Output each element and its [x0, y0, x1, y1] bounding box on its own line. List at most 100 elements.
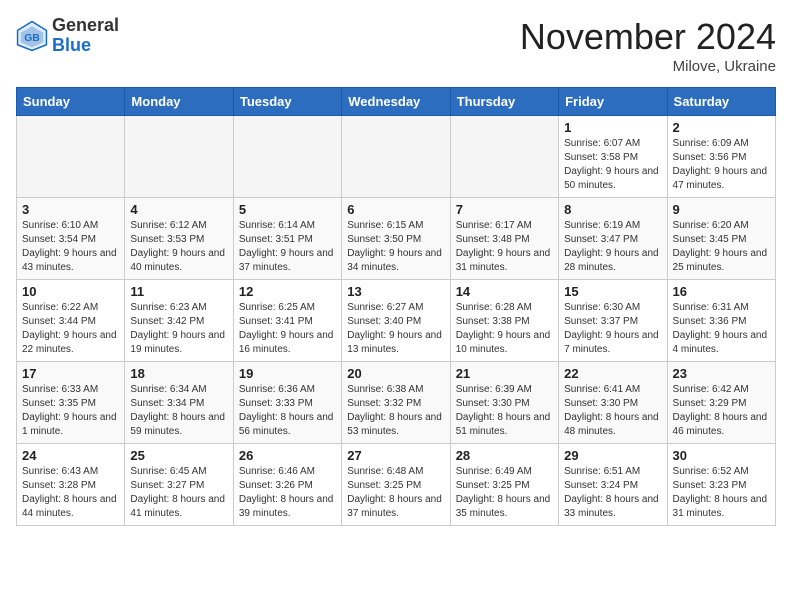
- logo-icon: GB: [16, 20, 48, 52]
- calendar-cell: 26 Sunrise: 6:46 AMSunset: 3:26 PMDayligh…: [233, 444, 341, 526]
- day-info: Sunrise: 6:12 AMSunset: 3:53 PMDaylight:…: [130, 219, 227, 275]
- svg-text:GB: GB: [24, 33, 40, 44]
- day-number: 22: [564, 366, 661, 381]
- logo: GB General Blue: [16, 16, 119, 56]
- weekday-header-friday: Friday: [559, 88, 667, 116]
- day-number: 23: [673, 366, 770, 381]
- week-row-3: 10 Sunrise: 6:22 AMSunset: 3:44 PMDayligh…: [17, 280, 776, 362]
- day-number: 14: [456, 284, 553, 299]
- day-number: 2: [673, 120, 770, 135]
- calendar-cell: 30 Sunrise: 6:52 AMSunset: 3:23 PMDayligh…: [667, 444, 775, 526]
- calendar-cell: 13 Sunrise: 6:27 AMSunset: 3:40 PMDayligh…: [342, 280, 450, 362]
- logo-blue-text: Blue: [52, 36, 119, 56]
- day-number: 4: [130, 202, 227, 217]
- day-info: Sunrise: 6:45 AMSunset: 3:27 PMDaylight:…: [130, 465, 227, 521]
- day-info: Sunrise: 6:38 AMSunset: 3:32 PMDaylight:…: [347, 383, 444, 439]
- weekday-header-wednesday: Wednesday: [342, 88, 450, 116]
- day-number: 13: [347, 284, 444, 299]
- day-info: Sunrise: 6:27 AMSunset: 3:40 PMDaylight:…: [347, 301, 444, 357]
- day-number: 11: [130, 284, 227, 299]
- day-info: Sunrise: 6:31 AMSunset: 3:36 PMDaylight:…: [673, 301, 770, 357]
- day-number: 27: [347, 448, 444, 463]
- day-info: Sunrise: 6:39 AMSunset: 3:30 PMDaylight:…: [456, 383, 553, 439]
- calendar-cell: 10 Sunrise: 6:22 AMSunset: 3:44 PMDayligh…: [17, 280, 125, 362]
- day-number: 17: [22, 366, 119, 381]
- day-info: Sunrise: 6:43 AMSunset: 3:28 PMDaylight:…: [22, 465, 119, 521]
- calendar-cell: [125, 116, 233, 198]
- day-number: 15: [564, 284, 661, 299]
- day-info: Sunrise: 6:52 AMSunset: 3:23 PMDaylight:…: [673, 465, 770, 521]
- calendar-cell: 27Sunrise: 6:48 AMSunset: 3:25 PMDayligh…: [342, 444, 450, 526]
- day-number: 8: [564, 202, 661, 217]
- calendar-cell: 6 Sunrise: 6:15 AMSunset: 3:50 PMDaylight…: [342, 198, 450, 280]
- day-number: 30: [673, 448, 770, 463]
- calendar-cell: 2 Sunrise: 6:09 AMSunset: 3:56 PMDaylight…: [667, 116, 775, 198]
- day-number: 21: [456, 366, 553, 381]
- day-info: Sunrise: 6:25 AMSunset: 3:41 PMDaylight:…: [239, 301, 336, 357]
- day-number: 19: [239, 366, 336, 381]
- day-info: Sunrise: 6:34 AMSunset: 3:34 PMDaylight:…: [130, 383, 227, 439]
- day-number: 3: [22, 202, 119, 217]
- calendar-cell: 21 Sunrise: 6:39 AMSunset: 3:30 PMDayligh…: [450, 362, 558, 444]
- day-info: Sunrise: 6:42 AMSunset: 3:29 PMDaylight:…: [673, 383, 770, 439]
- logo-general-text: General: [52, 16, 119, 36]
- calendar-cell: 4 Sunrise: 6:12 AMSunset: 3:53 PMDaylight…: [125, 198, 233, 280]
- calendar-table: SundayMondayTuesdayWednesdayThursdayFrid…: [16, 87, 776, 526]
- calendar-cell: 20 Sunrise: 6:38 AMSunset: 3:32 PMDayligh…: [342, 362, 450, 444]
- calendar-cell: 8Sunrise: 6:19 AMSunset: 3:47 PMDaylight…: [559, 198, 667, 280]
- day-info: Sunrise: 6:33 AMSunset: 3:35 PMDaylight:…: [22, 383, 119, 439]
- day-info: Sunrise: 6:20 AMSunset: 3:45 PMDaylight:…: [673, 219, 770, 275]
- day-info: Sunrise: 6:10 AMSunset: 3:54 PMDaylight:…: [22, 219, 119, 275]
- calendar-cell: 15 Sunrise: 6:30 AMSunset: 3:37 PMDayligh…: [559, 280, 667, 362]
- day-number: 10: [22, 284, 119, 299]
- week-row-5: 24 Sunrise: 6:43 AMSunset: 3:28 PMDayligh…: [17, 444, 776, 526]
- weekday-header-thursday: Thursday: [450, 88, 558, 116]
- calendar-cell: 9Sunrise: 6:20 AMSunset: 3:45 PMDaylight…: [667, 198, 775, 280]
- day-info: Sunrise: 6:09 AMSunset: 3:56 PMDaylight:…: [673, 137, 770, 193]
- weekday-header-row: SundayMondayTuesdayWednesdayThursdayFrid…: [17, 88, 776, 116]
- day-info: Sunrise: 6:22 AMSunset: 3:44 PMDaylight:…: [22, 301, 119, 357]
- calendar-cell: 18 Sunrise: 6:34 AMSunset: 3:34 PMDayligh…: [125, 362, 233, 444]
- calendar-cell: 29 Sunrise: 6:51 AMSunset: 3:24 PMDayligh…: [559, 444, 667, 526]
- week-row-4: 17 Sunrise: 6:33 AMSunset: 3:35 PMDayligh…: [17, 362, 776, 444]
- day-number: 26: [239, 448, 336, 463]
- day-number: 28: [456, 448, 553, 463]
- calendar-cell: 24 Sunrise: 6:43 AMSunset: 3:28 PMDayligh…: [17, 444, 125, 526]
- day-info: Sunrise: 6:41 AMSunset: 3:30 PMDaylight:…: [564, 383, 661, 439]
- day-number: 25: [130, 448, 227, 463]
- header: GB General Blue November 2024 Milove, Uk…: [16, 16, 776, 75]
- day-info: Sunrise: 6:17 AMSunset: 3:48 PMDaylight:…: [456, 219, 553, 275]
- calendar-cell: 14Sunrise: 6:28 AMSunset: 3:38 PMDayligh…: [450, 280, 558, 362]
- calendar-cell: [17, 116, 125, 198]
- day-info: Sunrise: 6:15 AMSunset: 3:50 PMDaylight:…: [347, 219, 444, 275]
- day-info: Sunrise: 6:46 AMSunset: 3:26 PMDaylight:…: [239, 465, 336, 521]
- day-number: 20: [347, 366, 444, 381]
- day-number: 1: [564, 120, 661, 135]
- day-number: 18: [130, 366, 227, 381]
- calendar-cell: [450, 116, 558, 198]
- calendar-cell: 25 Sunrise: 6:45 AMSunset: 3:27 PMDayligh…: [125, 444, 233, 526]
- month-title: November 2024: [520, 16, 776, 58]
- day-info: Sunrise: 6:49 AMSunset: 3:25 PMDaylight:…: [456, 465, 553, 521]
- day-info: Sunrise: 6:36 AMSunset: 3:33 PMDaylight:…: [239, 383, 336, 439]
- calendar-cell: [342, 116, 450, 198]
- calendar-cell: 22 Sunrise: 6:41 AMSunset: 3:30 PMDayligh…: [559, 362, 667, 444]
- day-number: 6: [347, 202, 444, 217]
- day-info: Sunrise: 6:51 AMSunset: 3:24 PMDaylight:…: [564, 465, 661, 521]
- calendar-cell: 28 Sunrise: 6:49 AMSunset: 3:25 PMDayligh…: [450, 444, 558, 526]
- day-number: 5: [239, 202, 336, 217]
- day-info: Sunrise: 6:30 AMSunset: 3:37 PMDaylight:…: [564, 301, 661, 357]
- calendar-cell: 7 Sunrise: 6:17 AMSunset: 3:48 PMDaylight…: [450, 198, 558, 280]
- weekday-header-tuesday: Tuesday: [233, 88, 341, 116]
- calendar-cell: 5Sunrise: 6:14 AMSunset: 3:51 PMDaylight…: [233, 198, 341, 280]
- week-row-2: 3 Sunrise: 6:10 AMSunset: 3:54 PMDaylight…: [17, 198, 776, 280]
- day-number: 7: [456, 202, 553, 217]
- logo-text: General Blue: [52, 16, 119, 56]
- weekday-header-monday: Monday: [125, 88, 233, 116]
- calendar-cell: 19 Sunrise: 6:36 AMSunset: 3:33 PMDayligh…: [233, 362, 341, 444]
- location: Milove, Ukraine: [520, 58, 776, 75]
- day-number: 24: [22, 448, 119, 463]
- calendar-cell: 23 Sunrise: 6:42 AMSunset: 3:29 PMDayligh…: [667, 362, 775, 444]
- day-number: 16: [673, 284, 770, 299]
- day-number: 29: [564, 448, 661, 463]
